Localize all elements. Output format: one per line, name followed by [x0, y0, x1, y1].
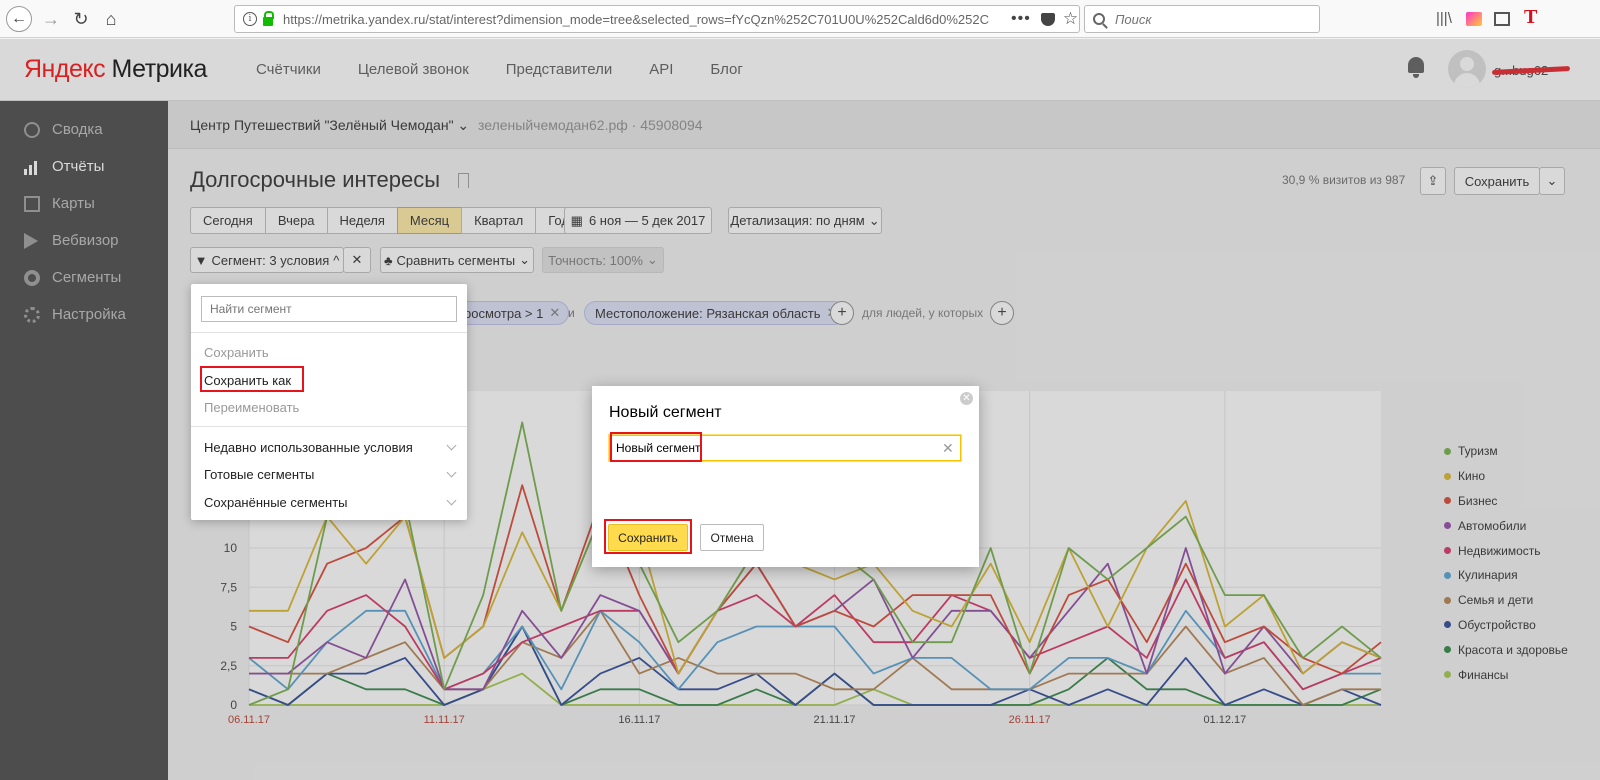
- browser-search-input[interactable]: [1115, 11, 1305, 27]
- back-arrow-icon[interactable]: ←: [6, 6, 32, 32]
- menu-rename[interactable]: Переименовать: [204, 400, 299, 415]
- menu-saved-segments[interactable]: Сохранённые сегменты: [204, 495, 348, 510]
- info-icon[interactable]: i: [243, 12, 257, 26]
- menu-divider: [191, 332, 467, 333]
- screenshot-extension-icon[interactable]: [1466, 12, 1482, 26]
- reload-icon[interactable]: ↻: [68, 6, 94, 32]
- menu-recent-conditions[interactable]: Недавно использованные условия: [204, 440, 413, 455]
- segment-menu: Сохранить Сохранить как Переименовать Не…: [191, 284, 467, 520]
- search-icon: [1093, 13, 1105, 25]
- url-text[interactable]: https://metrika.yandex.ru/stat/interest?…: [283, 12, 1003, 27]
- highlight-box: [610, 432, 702, 462]
- browser-toolbar: ← → ↻ ⌂ i https://metrika.yandex.ru/stat…: [0, 0, 1600, 38]
- dialog-title: Новый сегмент: [609, 404, 722, 421]
- sidebar-toggle-icon[interactable]: [1494, 12, 1510, 26]
- address-bar[interactable]: i https://metrika.yandex.ru/stat/interes…: [234, 5, 1080, 33]
- library-icon[interactable]: |||\: [1436, 10, 1452, 28]
- chevron-down-icon: [446, 467, 457, 478]
- new-segment-dialog: ✕ Новый сегмент ✕ Сохранить Отмена: [592, 386, 979, 567]
- bookmark-star-icon[interactable]: ☆: [1063, 9, 1078, 29]
- pocket-icon[interactable]: [1040, 12, 1055, 26]
- menu-save[interactable]: Сохранить: [204, 345, 269, 360]
- highlight-box: [200, 366, 304, 392]
- browser-search[interactable]: [1084, 5, 1320, 33]
- menu-divider: [191, 426, 467, 427]
- segment-search-input[interactable]: [201, 296, 457, 322]
- clear-input-icon[interactable]: ✕: [942, 440, 954, 457]
- close-icon[interactable]: ✕: [960, 392, 973, 405]
- translate-extension-icon[interactable]: T: [1524, 6, 1537, 28]
- chevron-down-icon: [446, 440, 457, 451]
- page-actions-icon[interactable]: •••: [1011, 10, 1031, 28]
- menu-ready-segments[interactable]: Готовые сегменты: [204, 467, 314, 482]
- lock-icon: [263, 10, 274, 26]
- dialog-cancel-button[interactable]: Отмена: [700, 524, 764, 551]
- home-icon[interactable]: ⌂: [98, 6, 124, 32]
- chevron-down-icon: [446, 495, 457, 506]
- highlight-box: [604, 519, 692, 554]
- forward-arrow-icon[interactable]: →: [38, 6, 64, 32]
